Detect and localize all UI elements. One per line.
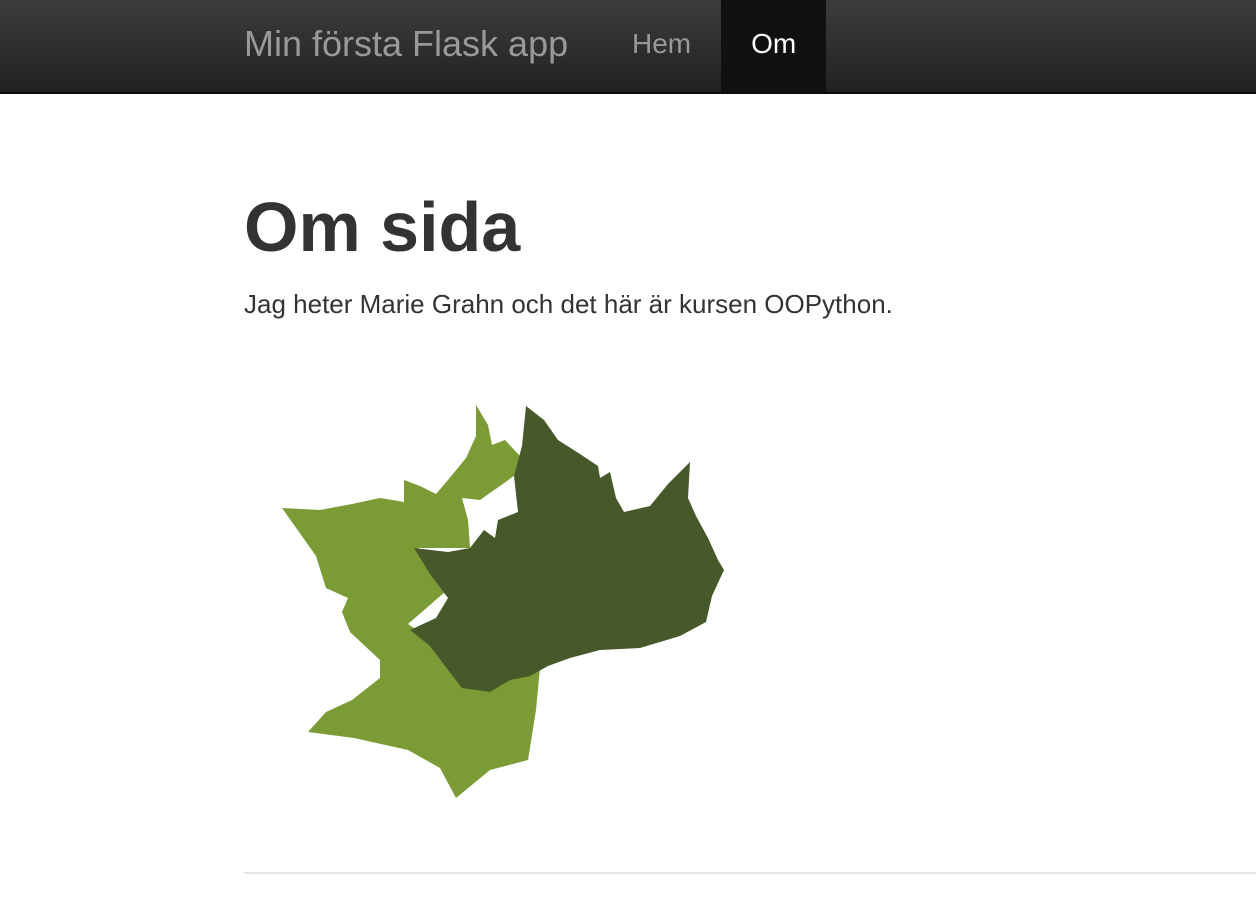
dark-leaf-shape	[410, 406, 724, 692]
maple-leaves-icon	[282, 405, 724, 798]
top-navbar: Min första Flask app Hem Om	[0, 0, 1256, 94]
intro-text: Jag heter Marie Grahn och det här är kur…	[244, 289, 893, 319]
page-title: Om sida	[244, 188, 521, 266]
main-nav: Hem Om	[602, 0, 827, 92]
nav-item-hem[interactable]: Hem	[602, 0, 721, 92]
nav-item-om[interactable]: Om	[721, 0, 827, 92]
footer-divider	[244, 872, 1256, 874]
brand-link[interactable]: Min första Flask app	[244, 0, 568, 92]
